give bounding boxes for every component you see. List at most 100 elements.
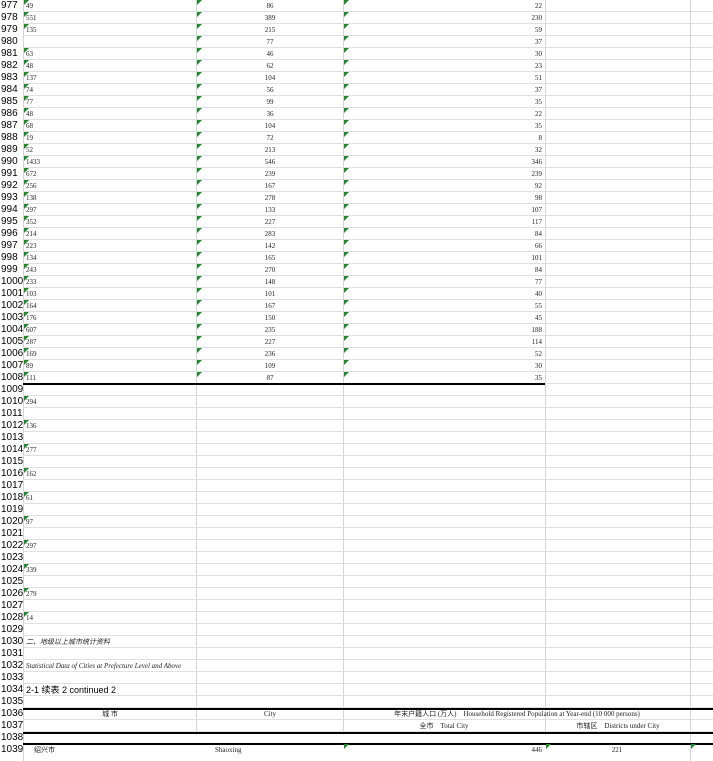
row-number[interactable]: 1000 [0,276,24,288]
spreadsheet-grid[interactable]: 977 49 86 22 978 551 389 230 979 135 215 59 980 77 37 9… [0,0,713,761]
row-number[interactable]: 1013 [0,432,24,444]
table-row[interactable]: 993 138 278 98 [0,192,713,204]
row-number[interactable]: 988 [0,132,24,144]
row-number[interactable]: 981 [0,48,24,60]
row-number[interactable]: 1004 [0,324,24,336]
row-number[interactable]: 1018 [0,492,24,504]
row-number[interactable]: 980 [0,36,24,48]
table-row[interactable]: 1031 [0,648,713,660]
row-number[interactable]: 984 [0,84,24,96]
row-number[interactable]: 1033 [0,672,24,684]
table-row[interactable]: 998 134 165 101 [0,252,713,264]
table-row[interactable]: 1009 [0,384,713,396]
table-row[interactable]: 977 49 86 22 [0,0,713,12]
row-number[interactable]: 1020 [0,516,24,528]
table-row[interactable]: 1030 二、地级以上城市统计资料 [0,636,713,648]
table-row[interactable]: 1029 [0,624,713,636]
section-label-cn[interactable]: 二、地级以上城市统计资料 [24,636,326,648]
row-number[interactable]: 1007 [0,360,24,372]
row-number[interactable]: 977 [0,0,24,12]
table-row[interactable]: 1037 全市 Total City 市辖区 Districts under Cit… [0,720,713,732]
row-number[interactable]: 1003 [0,312,24,324]
table-row[interactable]: 1020 97 [0,516,713,528]
table-row[interactable]: 1019 [0,504,713,516]
table-row[interactable]: 1036 城 市 City 年末户籍人口 (万人) Household Registe… [0,708,713,720]
row-number[interactable]: 1032 [0,660,24,672]
row-number[interactable]: 1005 [0,336,24,348]
row-number[interactable]: 1037 [0,720,24,732]
table-row[interactable]: 1013 [0,432,713,444]
row-number[interactable]: 994 [0,204,24,216]
table-title[interactable]: 2-1 续表 2 continued 2 [24,684,326,696]
row-number[interactable]: 1026 [0,588,24,600]
table-row[interactable]: 1015 [0,456,713,468]
row-number[interactable]: 990 [0,156,24,168]
row-number[interactable]: 996 [0,228,24,240]
row-number[interactable]: 1021 [0,528,24,540]
row-number[interactable]: 983 [0,72,24,84]
row-number[interactable]: 997 [0,240,24,252]
cell-city-cn[interactable]: 绍兴市 [24,744,204,756]
cell-total[interactable]: 446 [344,744,544,756]
table-row[interactable]: 1025 [0,576,713,588]
cell-districts[interactable]: 221 [546,744,690,756]
table-row[interactable]: 999 243 270 84 [0,264,713,276]
row-number[interactable]: 1022 [0,540,24,552]
row-number[interactable]: 1008 [0,372,24,384]
table-row[interactable]: 980 77 37 [0,36,713,48]
table-row[interactable]: 1032 Statistical Data of Cities at Prefec… [0,660,713,672]
cell-city-en[interactable]: Shaoxing [197,744,361,756]
table-row[interactable]: 1000 233 148 77 [0,276,713,288]
row-number[interactable]: 1028 [0,612,24,624]
row-number[interactable]: 992 [0,180,24,192]
table-row[interactable]: 1039 绍兴市 Shaoxing 446 221 [0,743,713,756]
table-row[interactable]: 1003 176 150 45 [0,312,713,324]
row-number[interactable]: 1012 [0,420,24,432]
row-number[interactable]: 989 [0,144,24,156]
row-number[interactable]: 1029 [0,624,24,636]
row-number[interactable]: 1039 [0,744,24,756]
row-number[interactable]: 979 [0,24,24,36]
row-number[interactable]: 985 [0,96,24,108]
row-number[interactable]: 978 [0,12,24,24]
table-row[interactable]: 1023 [0,552,713,564]
table-row[interactable]: 985 77 99 35 [0,96,713,108]
table-row[interactable]: 994 297 133 107 [0,204,713,216]
table-row[interactable]: 1002 164 167 55 [0,300,713,312]
table-row[interactable]: 1014 277 [0,444,713,456]
table-row[interactable]: 989 52 213 32 [0,144,713,156]
row-number[interactable]: 1031 [0,648,24,660]
table-row[interactable]: 1001 103 101 40 [0,288,713,300]
row-number[interactable]: 986 [0,108,24,120]
row-number[interactable]: 1014 [0,444,24,456]
row-number[interactable]: 991 [0,168,24,180]
row-number[interactable]: 993 [0,192,24,204]
table-row[interactable]: 1034 2-1 续表 2 continued 2 [0,684,713,696]
row-number[interactable]: 1030 [0,636,24,648]
row-number[interactable]: 1017 [0,480,24,492]
row-number[interactable]: 1009 [0,384,24,396]
table-row[interactable]: 1018 61 [0,492,713,504]
table-row[interactable]: 1024 339 [0,564,713,576]
table-row[interactable]: 986 48 36 22 [0,108,713,120]
table-row[interactable]: 983 137 104 51 [0,72,713,84]
table-row[interactable]: 1007 89 109 30 [0,360,713,372]
row-number[interactable]: 1001 [0,288,24,300]
table-row[interactable]: 984 74 56 37 [0,84,713,96]
row-number[interactable]: 999 [0,264,24,276]
table-row[interactable]: 1016 162 [0,468,713,480]
row-number[interactable]: 982 [0,60,24,72]
table-row[interactable]: 1021 [0,528,713,540]
table-row[interactable]: 995 352 227 117 [0,216,713,228]
table-row[interactable]: 1012 136 [0,420,713,432]
row-number[interactable]: 1036 [0,708,24,720]
row-number[interactable]: 1023 [0,552,24,564]
row-number[interactable]: 1016 [0,468,24,480]
table-row[interactable]: 996 214 283 84 [0,228,713,240]
table-row[interactable]: 987 68 104 35 [0,120,713,132]
row-number[interactable]: 1035 [0,696,24,708]
table-row[interactable]: 990 1433 546 346 [0,156,713,168]
table-row[interactable]: 1004 607 235 188 [0,324,713,336]
table-row[interactable]: 982 48 62 23 [0,60,713,72]
table-row[interactable]: 1033 [0,672,713,684]
